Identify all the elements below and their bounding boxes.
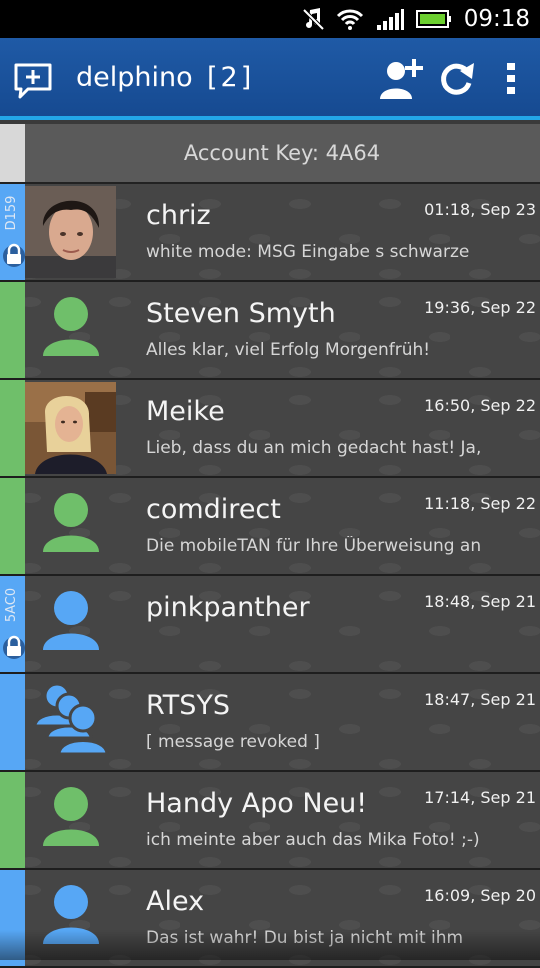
contact-type-stripe	[0, 870, 25, 966]
refresh-icon	[441, 63, 474, 95]
contact-photo	[25, 186, 116, 278]
account-key: Account Key: 4A64	[183, 141, 381, 165]
message-preview: Alles klar, viel Erfolg Morgenfrüh!	[146, 340, 431, 360]
add-contact-icon	[380, 59, 423, 99]
contact-photo	[25, 382, 116, 474]
message-preview: ich meinte aber auch das Mika Foto! ;-)	[146, 830, 480, 850]
conversation-row[interactable]: D159 chriz 01:18, Sep 23 white mode: MSG…	[0, 184, 540, 282]
contact-type-stripe	[0, 380, 25, 476]
person-green-icon	[43, 787, 99, 846]
signal-icon	[376, 9, 404, 30]
group-blue-icon	[33, 682, 109, 756]
contact-name: Meike	[146, 396, 225, 427]
contact-name: chriz	[146, 200, 211, 231]
overflow-menu-button[interactable]	[486, 54, 536, 104]
contact-type-stripe	[0, 674, 25, 770]
message-time: 11:18, Sep 22	[424, 494, 536, 513]
message-time: 01:18, Sep 23	[424, 200, 536, 219]
lock-icon	[3, 243, 25, 267]
message-preview: Das ist wahr! Du bist ja nicht mit ihm	[146, 928, 464, 948]
message-preview: Lieb, dass du an mich gedacht hast! Ja,	[146, 438, 482, 458]
message-time: 17:14, Sep 21	[424, 788, 536, 807]
clock: 09:18	[463, 6, 530, 32]
conversation-list: D159 chriz 01:18, Sep 23 white mode: MSG…	[0, 184, 540, 968]
person-blue-icon	[43, 885, 99, 944]
conversation-row[interactable]: Meike 16:50, Sep 22 Lieb, dass du an mic…	[0, 380, 540, 478]
contact-name: pinkpanther	[146, 592, 310, 623]
message-time: 16:50, Sep 22	[424, 396, 536, 415]
message-preview: [ message revoked ]	[146, 732, 320, 752]
app-title: delphino	[76, 62, 193, 93]
contact-name: Handy Apo Neu!	[146, 788, 368, 819]
conversation-row[interactable]: comdirect 11:18, Sep 22 Die mobileTAN fü…	[0, 478, 540, 576]
account-key-row: Account Key: 4A64	[0, 124, 540, 184]
message-time: 19:36, Sep 22	[424, 298, 536, 317]
person-blue-icon	[43, 591, 99, 650]
lock-icon	[3, 635, 25, 659]
overflow-menu-icon	[507, 63, 515, 94]
person-green-icon	[43, 297, 99, 356]
contact-name: Alex	[146, 886, 205, 917]
key-tag: 5AC0	[4, 587, 19, 623]
status-bar: 09:18	[0, 0, 540, 38]
conversation-row[interactable]: 5AC0 pinkpanther 18:48, Sep 21	[0, 576, 540, 674]
contact-name: RTSYS	[146, 690, 231, 721]
key-tag: D159	[4, 195, 19, 231]
contact-type-stripe	[0, 772, 25, 868]
battery-icon	[415, 10, 451, 28]
message-time: 16:09, Sep 20	[424, 886, 536, 905]
app-bar: delphino [2]	[0, 38, 540, 120]
conversation-row[interactable]: Handy Apo Neu! 17:14, Sep 21 ich meinte …	[0, 772, 540, 870]
conversation-row[interactable]: Alex 16:09, Sep 20 Das ist wahr! Du bist…	[0, 870, 540, 968]
unread-count: [2]	[207, 62, 255, 93]
contact-name: Steven Smyth	[146, 298, 336, 329]
contact-name: comdirect	[146, 494, 281, 525]
contact-type-stripe	[0, 282, 25, 378]
add-contact-button[interactable]	[376, 54, 426, 104]
message-time: 18:47, Sep 21	[424, 690, 536, 709]
contact-type-stripe	[0, 478, 25, 574]
conversation-row[interactable]: RTSYS 18:47, Sep 21 [ message revoked ]	[0, 674, 540, 772]
wifi-icon	[336, 9, 363, 30]
new-chat-icon[interactable]	[12, 60, 54, 102]
message-preview: Die mobileTAN für Ihre Überweisung an	[146, 536, 482, 556]
refresh-button[interactable]	[431, 54, 481, 104]
person-green-icon	[43, 493, 99, 552]
music-muted-icon	[302, 8, 324, 31]
conversation-row[interactable]: Steven Smyth 19:36, Sep 22 Alles klar, v…	[0, 282, 540, 380]
message-time: 18:48, Sep 21	[424, 592, 536, 611]
message-preview: white mode: MSG Eingabe s schwarze	[146, 242, 470, 262]
